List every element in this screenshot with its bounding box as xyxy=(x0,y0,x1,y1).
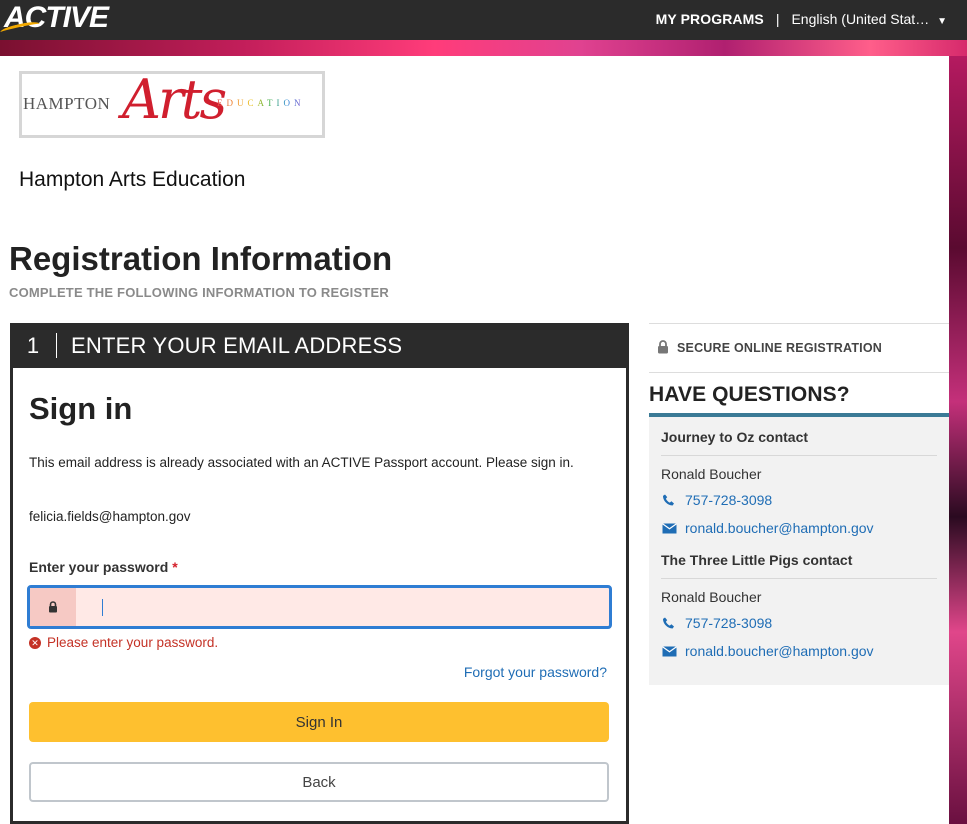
logo-education-text: EDUCATION xyxy=(217,98,305,108)
envelope-icon xyxy=(661,645,677,657)
organization-logo: HAMPTON Arts EDUCATION xyxy=(19,68,325,138)
step-title: ENTER YOUR EMAIL ADDRESS xyxy=(71,332,403,358)
password-label: Enter your password * xyxy=(29,559,178,575)
logo-arts-text: Arts xyxy=(122,68,227,131)
top-navigation-bar: ACTIVE MY PROGRAMS | English (United Sta… xyxy=(0,0,967,40)
contact-email-text: ronald.boucher@hampton.gov xyxy=(685,520,874,536)
secure-registration-note: SECURE ONLINE REGISTRATION xyxy=(649,323,949,373)
language-label: English (United Stat… xyxy=(791,11,930,27)
signin-button[interactable]: Sign In xyxy=(29,702,609,742)
forgot-password-link[interactable]: Forgot your password? xyxy=(464,664,607,680)
step-divider xyxy=(56,333,57,358)
padlock-icon xyxy=(657,339,669,357)
contact-card: Journey to Oz contact Ronald Boucher 757… xyxy=(661,425,937,536)
password-label-text: Enter your password xyxy=(29,559,169,575)
main-content: HAMPTON Arts EDUCATION Hampton Arts Educ… xyxy=(0,56,949,824)
email-address: felicia.fields@hampton.gov xyxy=(29,509,191,524)
page-title: Registration Information xyxy=(9,240,393,277)
lock-icon xyxy=(30,588,76,626)
error-x-icon: ✕ xyxy=(29,636,41,649)
account-exists-message: This email address is already associated… xyxy=(29,455,574,470)
password-field-wrapper xyxy=(27,585,612,629)
envelope-icon xyxy=(661,522,677,534)
contact-name: Ronald Boucher xyxy=(661,466,762,482)
logo-hampton-text: HAMPTON xyxy=(23,94,111,113)
top-nav-links: MY PROGRAMS | English (United Stat… ▼ xyxy=(656,11,947,27)
contact-card: The Three Little Pigs contact Ronald Bou… xyxy=(661,548,937,659)
caret-down-icon: ▼ xyxy=(937,16,947,27)
contacts-box: Journey to Oz contact Ronald Boucher 757… xyxy=(649,417,949,685)
email-step-panel: 1 ENTER YOUR EMAIL ADDRESS Sign in This … xyxy=(10,323,629,824)
page-subtitle: COMPLETE THE FOLLOWING INFORMATION TO RE… xyxy=(9,285,389,300)
contact-phone-text: 757-728-3098 xyxy=(685,492,773,508)
password-error: ✕ Please enter your password. xyxy=(29,635,218,650)
contact-email[interactable]: ronald.boucher@hampton.gov xyxy=(661,643,937,659)
contact-title: The Three Little Pigs contact xyxy=(661,548,937,579)
step-number: 1 xyxy=(26,332,40,358)
phone-icon xyxy=(661,493,677,507)
contact-email[interactable]: ronald.boucher@hampton.gov xyxy=(661,520,937,536)
password-error-text: Please enter your password. xyxy=(47,635,219,650)
signin-heading: Sign in xyxy=(29,391,133,426)
organization-name: Hampton Arts Education xyxy=(19,168,246,191)
contact-phone-text: 757-728-3098 xyxy=(685,615,773,631)
step-header: 1 ENTER YOUR EMAIL ADDRESS xyxy=(10,323,629,368)
nav-separator: | xyxy=(775,11,780,27)
required-marker: * xyxy=(172,559,178,575)
my-programs-link[interactable]: MY PROGRAMS xyxy=(656,11,764,27)
contact-email-text: ronald.boucher@hampton.gov xyxy=(685,643,874,659)
help-sidebar: SECURE ONLINE REGISTRATION HAVE QUESTION… xyxy=(649,323,949,685)
secure-registration-text: SECURE ONLINE REGISTRATION xyxy=(677,341,882,355)
phone-icon xyxy=(661,616,677,630)
language-selector[interactable]: English (United Stat… ▼ xyxy=(791,11,947,27)
contact-phone[interactable]: 757-728-3098 xyxy=(661,615,937,631)
contact-phone[interactable]: 757-728-3098 xyxy=(661,492,937,508)
password-input[interactable] xyxy=(76,588,609,626)
decorative-side-strip xyxy=(949,56,967,824)
contact-name: Ronald Boucher xyxy=(661,589,762,605)
questions-heading: HAVE QUESTIONS? xyxy=(649,383,949,417)
decorative-banner xyxy=(0,40,967,56)
contact-title: Journey to Oz contact xyxy=(661,425,937,456)
back-button[interactable]: Back xyxy=(29,762,609,802)
text-cursor xyxy=(102,599,103,616)
